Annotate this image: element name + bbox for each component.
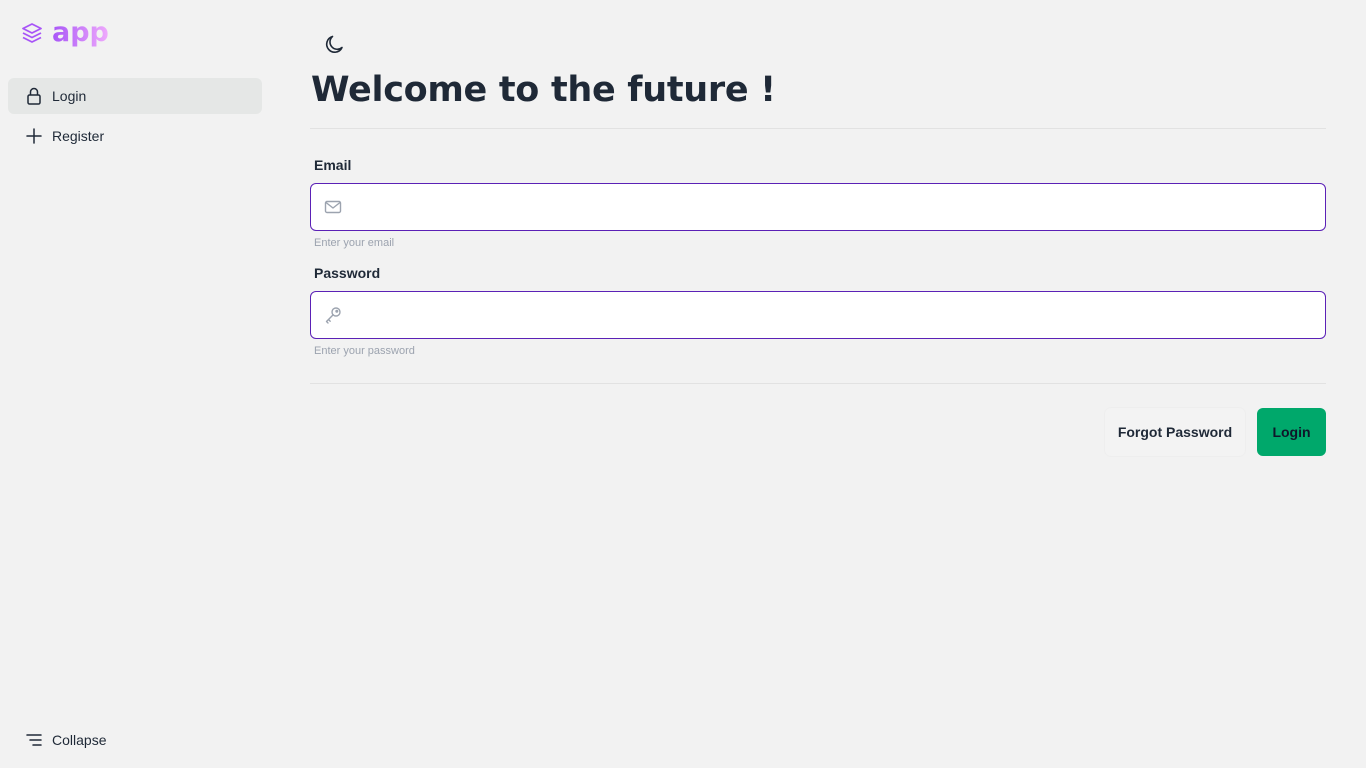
email-field[interactable] xyxy=(353,184,1325,230)
password-field[interactable] xyxy=(353,292,1325,338)
sidebar-item-label: Register xyxy=(52,128,105,144)
sidebar-item-register[interactable]: Register xyxy=(8,118,262,154)
sidebar-item-login[interactable]: Login xyxy=(8,78,262,114)
lock-icon xyxy=(24,86,44,106)
key-icon xyxy=(323,305,343,325)
divider xyxy=(310,128,1326,129)
forgot-password-button[interactable]: Forgot Password xyxy=(1105,408,1245,456)
divider xyxy=(310,383,1326,384)
sidebar-item-label: Login xyxy=(52,88,87,104)
email-label: Email xyxy=(314,157,352,173)
plus-icon xyxy=(24,126,44,146)
password-label: Password xyxy=(314,265,381,281)
email-help-text: Enter your email xyxy=(314,237,395,249)
sidebar-nav: Login Register xyxy=(8,78,262,158)
brand-logo[interactable]: app xyxy=(20,18,109,48)
collapse-label: Collapse xyxy=(52,732,107,748)
app-root: app Login Register Collapse Welcome to t… xyxy=(0,0,1366,768)
moon-icon[interactable] xyxy=(323,32,347,56)
collapse-button[interactable]: Collapse xyxy=(24,730,106,750)
menu-lines-icon xyxy=(24,730,44,750)
page-title: Welcome to the future ! xyxy=(311,70,776,110)
login-button[interactable]: Login xyxy=(1257,408,1326,456)
password-field-wrapper xyxy=(310,291,1326,339)
sidebar: app Login Register Collapse xyxy=(0,0,270,768)
password-help-text: Enter your password xyxy=(314,345,415,357)
layers-icon xyxy=(20,21,44,45)
brand-name: app xyxy=(52,17,109,48)
email-field-wrapper xyxy=(310,183,1326,231)
mail-icon xyxy=(323,197,343,217)
